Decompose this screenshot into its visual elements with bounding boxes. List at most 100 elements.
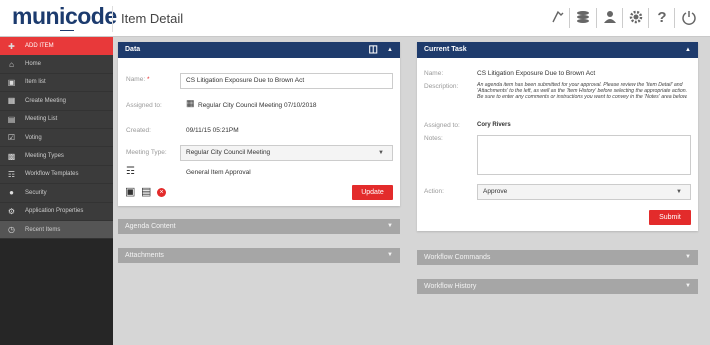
- sidebar-item-label: ADD ITEM: [25, 43, 54, 50]
- main-content: Data ◫ ▲ Name: * CS Litigation Exposure …: [113, 37, 710, 345]
- data-panel-header[interactable]: Data ◫ ▲: [118, 42, 400, 58]
- submit-button[interactable]: Submit: [649, 210, 691, 225]
- help-icon[interactable]: ?: [653, 9, 671, 27]
- data-panel: Data ◫ ▲ Name: * CS Litigation Exposure …: [118, 42, 400, 206]
- action-select[interactable]: Approve ▼: [477, 184, 691, 200]
- attachments-section[interactable]: Attachments ▼: [118, 248, 400, 263]
- delete-icon[interactable]: ×: [157, 188, 166, 197]
- sidebar-item-label: Workflow Templates: [25, 171, 79, 178]
- meeting-type-select[interactable]: Regular City Council Meeting ▼: [180, 145, 393, 161]
- agenda-content-section[interactable]: Agenda Content ▼: [118, 219, 400, 234]
- workflow-icon: ☶: [126, 166, 135, 177]
- logo-underline: [60, 30, 74, 34]
- chevron-down-icon: ▼: [378, 150, 384, 156]
- collapse-icon[interactable]: ▲: [685, 42, 691, 58]
- sidebar-item-label: Home: [25, 61, 42, 68]
- sidebar-item-application-properties[interactable]: ⚙ Application Properties: [0, 202, 113, 221]
- ballot-icon: ☑: [7, 133, 16, 143]
- name-label: Name: *: [126, 76, 150, 83]
- action-value: Approve: [483, 188, 508, 195]
- created-value: 09/11/15 05:21PM: [186, 127, 239, 134]
- workflow-icon: ☶: [7, 169, 16, 179]
- pin-icon[interactable]: [549, 9, 567, 27]
- name-input[interactable]: CS Litigation Exposure Due to Brown Act: [180, 73, 393, 89]
- user-icon: ●: [9, 188, 14, 198]
- meeting-type-value: Regular City Council Meeting: [186, 149, 271, 156]
- calendar-icon: ▦: [7, 96, 16, 106]
- workflow-value: General Item Approval: [186, 169, 251, 176]
- sidebar-item-meeting-list[interactable]: ▤ Meeting List: [0, 110, 113, 129]
- sidebar-item-label: Meeting Types: [25, 153, 64, 160]
- page-title: Item Detail: [121, 11, 184, 26]
- current-task-panel: Current Task ▲ Name: CS Litigation Expos…: [417, 42, 698, 231]
- sidebar-item-add-item[interactable]: ✚ ADD ITEM: [0, 37, 113, 56]
- search-doc-icon[interactable]: ◫: [369, 42, 378, 58]
- section-title: Agenda Content: [125, 223, 176, 230]
- sidebar-item-security[interactable]: ● Security: [0, 184, 113, 203]
- sidebar-item-create-meeting[interactable]: ▦ Create Meeting: [0, 92, 113, 111]
- lock-document-icon[interactable]: ▣: [125, 185, 135, 198]
- assigned-label: Assigned to:: [126, 102, 162, 109]
- section-title: Workflow History: [424, 283, 477, 290]
- chevron-down-icon: ▼: [387, 223, 393, 229]
- home-icon: ⌂: [9, 59, 14, 69]
- clock-icon: ◷: [8, 225, 15, 235]
- document-icon: ▣: [7, 77, 16, 87]
- power-icon[interactable]: [680, 9, 698, 27]
- task-name-label: Name:: [424, 70, 444, 77]
- sidebar-item-label: Recent Items: [25, 226, 61, 233]
- current-task-header[interactable]: Current Task ▲: [417, 42, 698, 58]
- sidebar: ✚ ADD ITEM ⌂ Home ▣ Item list ▦ Create M…: [0, 37, 113, 345]
- divider: [596, 8, 597, 28]
- sidebar-item-item-list[interactable]: ▣ Item list: [0, 73, 113, 93]
- sidebar-item-label: Meeting List: [25, 116, 58, 123]
- panel-title: Current Task: [424, 46, 467, 53]
- section-title: Attachments: [125, 252, 164, 259]
- workflow-commands-section[interactable]: Workflow Commands ▼: [417, 250, 698, 265]
- assigned-value: Cory Rivers: [477, 122, 511, 128]
- sidebar-item-voting[interactable]: ☑ Voting: [0, 128, 113, 148]
- plus-circle-icon: ✚: [8, 41, 15, 51]
- gear-icon[interactable]: [627, 9, 645, 27]
- collapse-icon[interactable]: ▲: [387, 42, 393, 58]
- user-icon[interactable]: [601, 9, 619, 27]
- sidebar-item-label: Security: [25, 189, 47, 196]
- update-button[interactable]: Update: [352, 185, 393, 200]
- section-title: Workflow Commands: [424, 254, 491, 261]
- sidebar-item-home[interactable]: ⌂ Home: [0, 55, 113, 74]
- sidebar-item-label: Create Meeting: [25, 97, 67, 104]
- chevron-down-icon: ▼: [676, 189, 682, 195]
- panel-title: Data: [125, 46, 141, 53]
- assigned-value[interactable]: Regular City Council Meeting 07/10/2018: [198, 102, 317, 109]
- assigned-label: Assigned to:: [424, 122, 460, 129]
- sidebar-item-meeting-types[interactable]: ▩ Meeting Types: [0, 147, 113, 166]
- sidebar-item-workflow-templates[interactable]: ☶ Workflow Templates: [0, 165, 113, 185]
- divider: [622, 8, 623, 28]
- chevron-down-icon: ▼: [387, 252, 393, 258]
- top-bar: municode Item Detail ?: [0, 0, 710, 37]
- task-name-value: CS Litigation Exposure Due to Brown Act: [477, 70, 596, 77]
- layers-icon[interactable]: [574, 9, 592, 27]
- divider: [674, 8, 675, 28]
- divider: [648, 8, 649, 28]
- municode-logo[interactable]: municode: [12, 3, 117, 30]
- chevron-down-icon: ▼: [685, 283, 691, 289]
- chevron-down-icon: ▼: [685, 254, 691, 260]
- workflow-history-section[interactable]: Workflow History ▼: [417, 279, 698, 294]
- sidebar-item-recent-items[interactable]: ◷ Recent Items: [0, 220, 113, 240]
- calendar-icon: ▦: [186, 98, 195, 108]
- sidebar-item-label: Voting: [25, 134, 42, 141]
- description-label: Description:: [424, 83, 459, 90]
- divider: [569, 8, 570, 28]
- meeting-type-label: Meeting Type:: [126, 149, 167, 156]
- notes-textarea[interactable]: [477, 135, 691, 175]
- sidebar-item-label: Item list: [25, 79, 46, 86]
- created-label: Created:: [126, 127, 151, 134]
- notes-label: Notes:: [424, 135, 443, 142]
- divider: [112, 6, 113, 32]
- description-value: An agenda item has been submitted for yo…: [477, 82, 688, 101]
- types-icon: ▩: [7, 151, 16, 161]
- document-icon[interactable]: ▤: [141, 185, 151, 198]
- sidebar-item-label: Application Properties: [25, 208, 84, 215]
- action-label: Action:: [424, 188, 444, 195]
